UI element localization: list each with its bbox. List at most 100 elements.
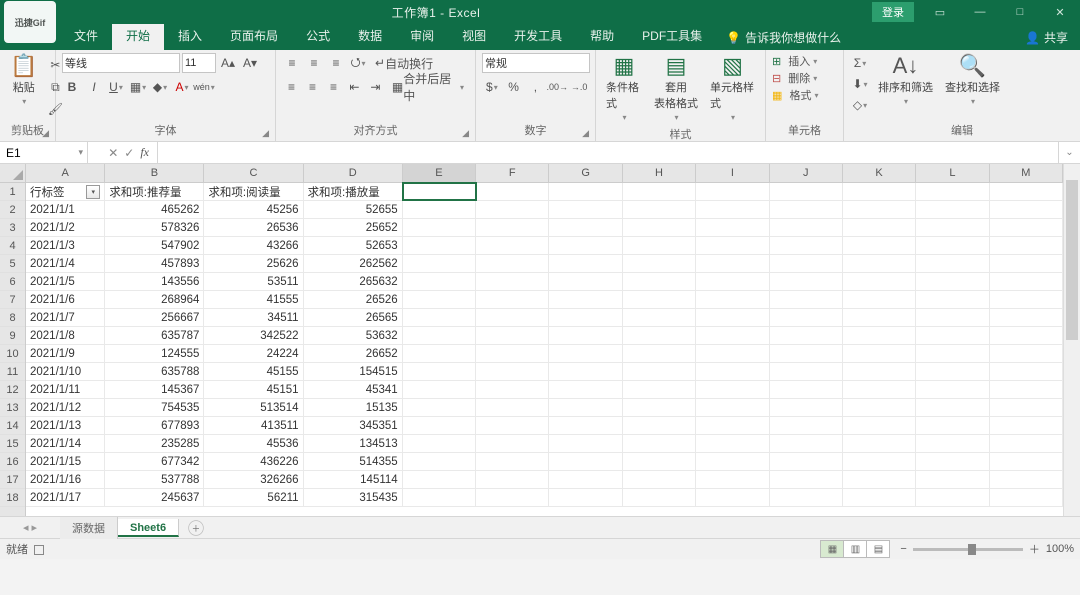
cell[interactable] <box>990 237 1063 254</box>
cell[interactable] <box>696 381 769 398</box>
cell[interactable] <box>990 219 1063 236</box>
cell[interactable]: 2021/1/3 <box>26 237 105 254</box>
cell[interactable] <box>403 399 476 416</box>
tell-me[interactable]: 💡告诉我你想做什么 <box>716 25 851 50</box>
percent-icon[interactable]: % <box>504 77 524 97</box>
cell[interactable] <box>990 327 1063 344</box>
expand-formula-bar-icon[interactable]: ⌄ <box>1058 142 1080 163</box>
cell[interactable]: 26526 <box>304 291 403 308</box>
cell[interactable] <box>843 201 916 218</box>
cell[interactable] <box>770 219 843 236</box>
align-top-icon[interactable]: ≡ <box>282 53 302 73</box>
ribbon-options-icon[interactable]: ▭ <box>920 0 960 24</box>
row-header[interactable]: 2 <box>0 201 25 219</box>
cell[interactable]: 537788 <box>105 471 204 488</box>
cell[interactable] <box>990 435 1063 452</box>
cell[interactable] <box>770 453 843 470</box>
row-header[interactable]: 7 <box>0 291 25 309</box>
cell[interactable] <box>843 309 916 326</box>
cell[interactable] <box>549 255 622 272</box>
cell[interactable] <box>549 345 622 362</box>
cell[interactable]: 2021/1/2 <box>26 219 105 236</box>
cell[interactable] <box>623 471 696 488</box>
sheet-tab[interactable]: Sheet6 <box>118 519 179 537</box>
cell[interactable]: 求和项:推荐量 <box>105 183 204 200</box>
cell[interactable] <box>770 435 843 452</box>
cell[interactable]: 26536 <box>204 219 303 236</box>
close-icon[interactable]: ✕ <box>1040 0 1080 24</box>
cell[interactable] <box>843 417 916 434</box>
tab-help[interactable]: 帮助 <box>576 23 628 50</box>
row-header[interactable]: 1 <box>0 183 25 201</box>
cell[interactable] <box>623 309 696 326</box>
fx-icon[interactable]: fx <box>140 145 149 160</box>
scroll-thumb[interactable] <box>1066 180 1078 340</box>
row-header[interactable]: 17 <box>0 471 25 489</box>
cell[interactable] <box>990 381 1063 398</box>
row-header[interactable]: 16 <box>0 453 25 471</box>
cell[interactable]: 465262 <box>105 201 204 218</box>
cell[interactable] <box>476 417 549 434</box>
cell[interactable]: 2021/1/1 <box>26 201 105 218</box>
cell[interactable] <box>403 219 476 236</box>
column-header[interactable]: J <box>770 164 843 182</box>
cell[interactable]: 45536 <box>204 435 303 452</box>
cell[interactable] <box>843 453 916 470</box>
cell[interactable]: 256667 <box>105 309 204 326</box>
tab-review[interactable]: 审阅 <box>396 23 448 50</box>
cell[interactable] <box>403 201 476 218</box>
increase-decimal-icon[interactable]: .00→ <box>547 77 567 97</box>
cell[interactable] <box>990 273 1063 290</box>
cell[interactable] <box>770 273 843 290</box>
column-header[interactable]: D <box>304 164 403 182</box>
cell[interactable] <box>476 381 549 398</box>
cell[interactable] <box>916 237 989 254</box>
cell[interactable]: 45151 <box>204 381 303 398</box>
cell[interactable]: 124555 <box>105 345 204 362</box>
cell[interactable]: 154515 <box>304 363 403 380</box>
cell[interactable] <box>916 255 989 272</box>
row-header[interactable]: 3 <box>0 219 25 237</box>
cell[interactable]: 2021/1/17 <box>26 489 105 506</box>
cell[interactable] <box>843 381 916 398</box>
cell[interactable] <box>403 435 476 452</box>
cell[interactable] <box>990 255 1063 272</box>
cell[interactable]: 268964 <box>105 291 204 308</box>
cell[interactable] <box>549 471 622 488</box>
row-header[interactable]: 10 <box>0 345 25 363</box>
cell[interactable]: 145367 <box>105 381 204 398</box>
cell[interactable] <box>990 309 1063 326</box>
format-as-table-button[interactable]: ▤套用 表格格式▾ <box>650 53 702 124</box>
cell[interactable] <box>843 237 916 254</box>
cell[interactable] <box>696 471 769 488</box>
cell[interactable] <box>549 237 622 254</box>
cell[interactable] <box>623 417 696 434</box>
cell[interactable]: 265632 <box>304 273 403 290</box>
number-format-combo[interactable] <box>482 53 590 73</box>
cell[interactable]: 326266 <box>204 471 303 488</box>
column-header[interactable]: C <box>204 164 303 182</box>
cell[interactable] <box>476 291 549 308</box>
cell[interactable] <box>696 237 769 254</box>
name-box[interactable]: ▾ <box>0 142 88 163</box>
cell[interactable]: 677893 <box>105 417 204 434</box>
cell[interactable] <box>696 399 769 416</box>
cell[interactable]: 25652 <box>304 219 403 236</box>
cell[interactable] <box>990 201 1063 218</box>
cell[interactable]: 457893 <box>105 255 204 272</box>
cell[interactable] <box>549 309 622 326</box>
row-header[interactable]: 5 <box>0 255 25 273</box>
fill-icon[interactable]: ⬇▾ <box>850 74 870 94</box>
cell[interactable] <box>843 489 916 506</box>
cell[interactable]: 754535 <box>105 399 204 416</box>
cell[interactable] <box>476 327 549 344</box>
row-header[interactable]: 13 <box>0 399 25 417</box>
cell[interactable] <box>916 399 989 416</box>
cell[interactable] <box>990 489 1063 506</box>
cell[interactable]: 2021/1/13 <box>26 417 105 434</box>
cell[interactable] <box>990 399 1063 416</box>
cell[interactable] <box>403 237 476 254</box>
share-button[interactable]: 👤共享 <box>1013 25 1080 50</box>
cell[interactable] <box>916 219 989 236</box>
normal-view-icon[interactable]: ▦ <box>820 540 844 558</box>
